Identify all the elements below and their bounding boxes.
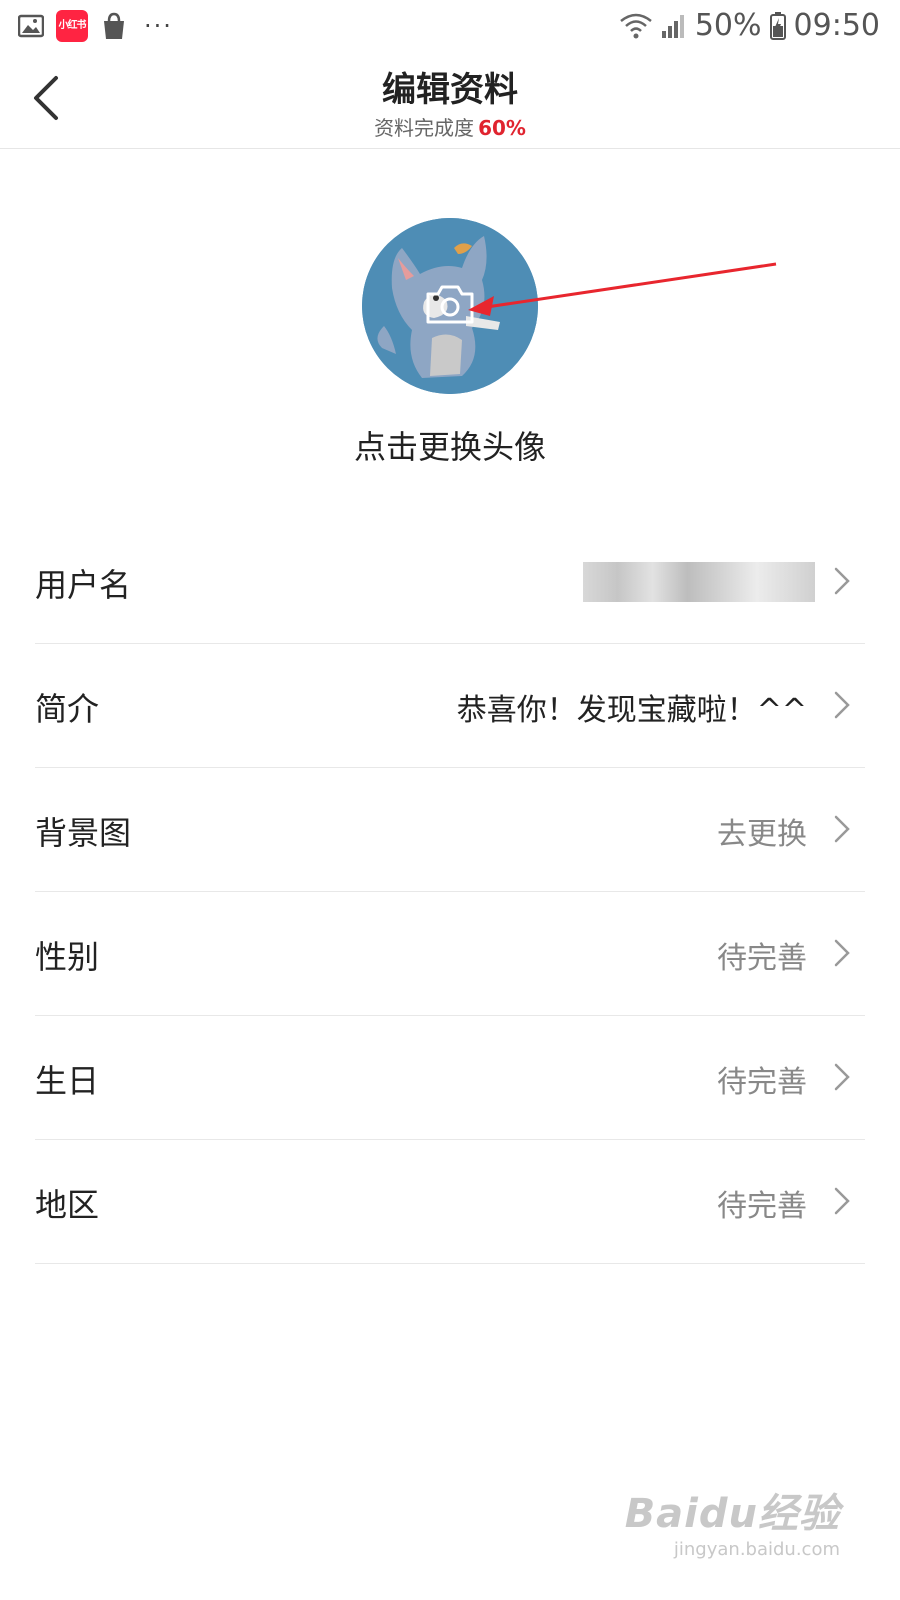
row-bio[interactable]: 简介 恭喜你！发现宝藏啦！^^ bbox=[35, 644, 865, 768]
shopping-bag-icon bbox=[104, 12, 124, 39]
chevron-right-icon bbox=[834, 691, 850, 719]
battery-icon bbox=[769, 11, 786, 40]
row-background-image[interactable]: 背景图 去更换 bbox=[35, 768, 865, 892]
bio-value: 恭喜你！发现宝藏啦！^^ bbox=[456, 693, 807, 728]
row-username[interactable]: 用户名 bbox=[35, 520, 865, 644]
chevron-right-icon bbox=[834, 815, 850, 843]
app-header: 编辑资料 资料完成度 60% bbox=[0, 54, 900, 149]
birthday-value: 待完善 bbox=[717, 1065, 807, 1100]
row-region[interactable]: 地区 待完善 bbox=[35, 1140, 865, 1264]
wifi-icon bbox=[620, 13, 652, 38]
row-gender[interactable]: 性别 待完善 bbox=[35, 892, 865, 1016]
page-title: 编辑资料 bbox=[382, 70, 518, 110]
watermark-logo: Baidu经验 bbox=[624, 1491, 840, 1537]
baidu-watermark: Baidu经验 jingyan.baidu.com bbox=[625, 1481, 840, 1560]
profile-fields-list: 用户名 简介 恭喜你！发现宝藏啦！^^ 背景图 去更换 性别 待完善 生日 待完… bbox=[35, 520, 865, 1264]
completion-label: 资料完成度 bbox=[374, 116, 475, 140]
completion-subtitle: 资料完成度 60% bbox=[0, 112, 900, 141]
notification-icons: 小红书 ··· bbox=[18, 10, 173, 42]
more-notifications-icon: ··· bbox=[144, 12, 173, 40]
row-label: 简介 bbox=[35, 690, 100, 728]
change-avatar-label[interactable]: 点击更换头像 bbox=[0, 422, 900, 468]
row-label: 生日 bbox=[35, 1062, 100, 1100]
system-status: 50% 09:50 bbox=[619, 8, 880, 43]
red-arrow-annotation bbox=[468, 262, 777, 316]
edit-profile-screen: 小红书 ··· 50% 09:50 编辑资料 资料完成度 60% 点击更换头像 … bbox=[0, 0, 900, 1600]
completion-percent: 60% bbox=[478, 116, 526, 140]
blurred-username-value bbox=[583, 562, 815, 602]
row-label: 地区 bbox=[35, 1186, 100, 1224]
watermark-url: jingyan.baidu.com bbox=[673, 1539, 840, 1560]
gender-value: 待完善 bbox=[717, 941, 807, 976]
chevron-right-icon bbox=[834, 1063, 850, 1091]
row-label: 用户名 bbox=[35, 566, 132, 604]
chevron-right-icon bbox=[834, 1187, 850, 1215]
signal-icon bbox=[661, 14, 684, 38]
clock: 09:50 bbox=[793, 8, 880, 43]
battery-percent: 50% bbox=[694, 8, 762, 43]
gallery-icon bbox=[18, 14, 44, 38]
region-value: 待完善 bbox=[717, 1189, 807, 1224]
chevron-right-icon bbox=[834, 567, 850, 595]
chevron-right-icon bbox=[834, 939, 850, 967]
row-birthday[interactable]: 生日 待完善 bbox=[35, 1016, 865, 1140]
row-label: 背景图 bbox=[35, 814, 132, 852]
background-value: 去更换 bbox=[717, 817, 807, 852]
xiaohongshu-app-icon: 小红书 bbox=[56, 10, 88, 42]
row-label: 性别 bbox=[35, 938, 100, 976]
status-bar: 小红书 ··· 50% 09:50 bbox=[0, 0, 900, 54]
